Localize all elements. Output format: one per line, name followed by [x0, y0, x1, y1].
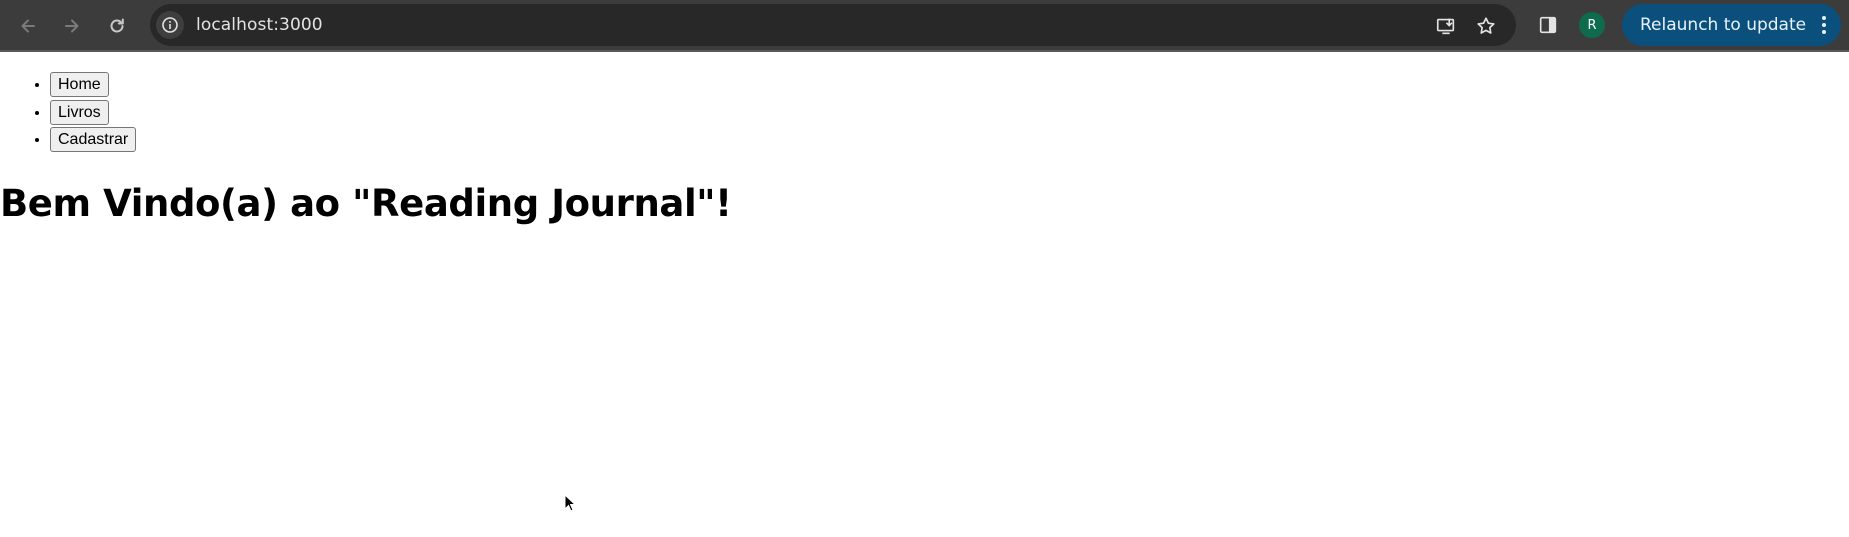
url-text[interactable]: localhost:3000 — [196, 15, 323, 35]
install-app-icon — [1436, 18, 1455, 35]
reload-icon — [110, 18, 124, 33]
star-icon — [1477, 17, 1495, 34]
nav-item-home: Home — [50, 72, 136, 100]
relaunch-button[interactable]: Relaunch to update — [1622, 4, 1841, 46]
info-icon — [162, 17, 178, 33]
page-title: Bem Vindo(a) ao "Reading Journal"! — [0, 182, 732, 225]
nav-item-cadastrar: Cadastrar — [50, 127, 137, 155]
arrow-left-icon — [21, 19, 35, 33]
livros-button[interactable]: Livros — [50, 99, 109, 125]
forward-button[interactable] — [56, 10, 88, 42]
relaunch-label: Relaunch to update — [1640, 15, 1807, 35]
side-panel-button[interactable] — [1535, 12, 1561, 38]
arrow-right-icon — [65, 19, 79, 33]
mouse-cursor-icon — [564, 494, 576, 512]
profile-avatar[interactable]: R — [1579, 12, 1605, 38]
site-info-button[interactable] — [156, 11, 184, 39]
bookmark-button[interactable] — [1474, 14, 1498, 38]
nav-item-livros: Livros — [50, 99, 136, 128]
address-bar[interactable]: localhost:3000 — [150, 4, 1516, 46]
back-button[interactable] — [12, 10, 44, 42]
browser-toolbar: localhost:3000 R Relaunch to update — [0, 0, 1849, 52]
cadastrar-button[interactable]: Cadastrar — [50, 127, 137, 152]
side-panel-icon — [1539, 16, 1557, 34]
reload-button[interactable] — [101, 10, 133, 42]
home-button[interactable]: Home — [50, 72, 109, 97]
install-app-button[interactable] — [1434, 14, 1458, 38]
nav-list: Home Livros Cadastrar — [50, 72, 137, 155]
page-content: Home Livros Cadastrar Bem Vindo(a) ao "R… — [0, 54, 1849, 537]
kebab-menu-icon[interactable] — [1821, 15, 1827, 35]
